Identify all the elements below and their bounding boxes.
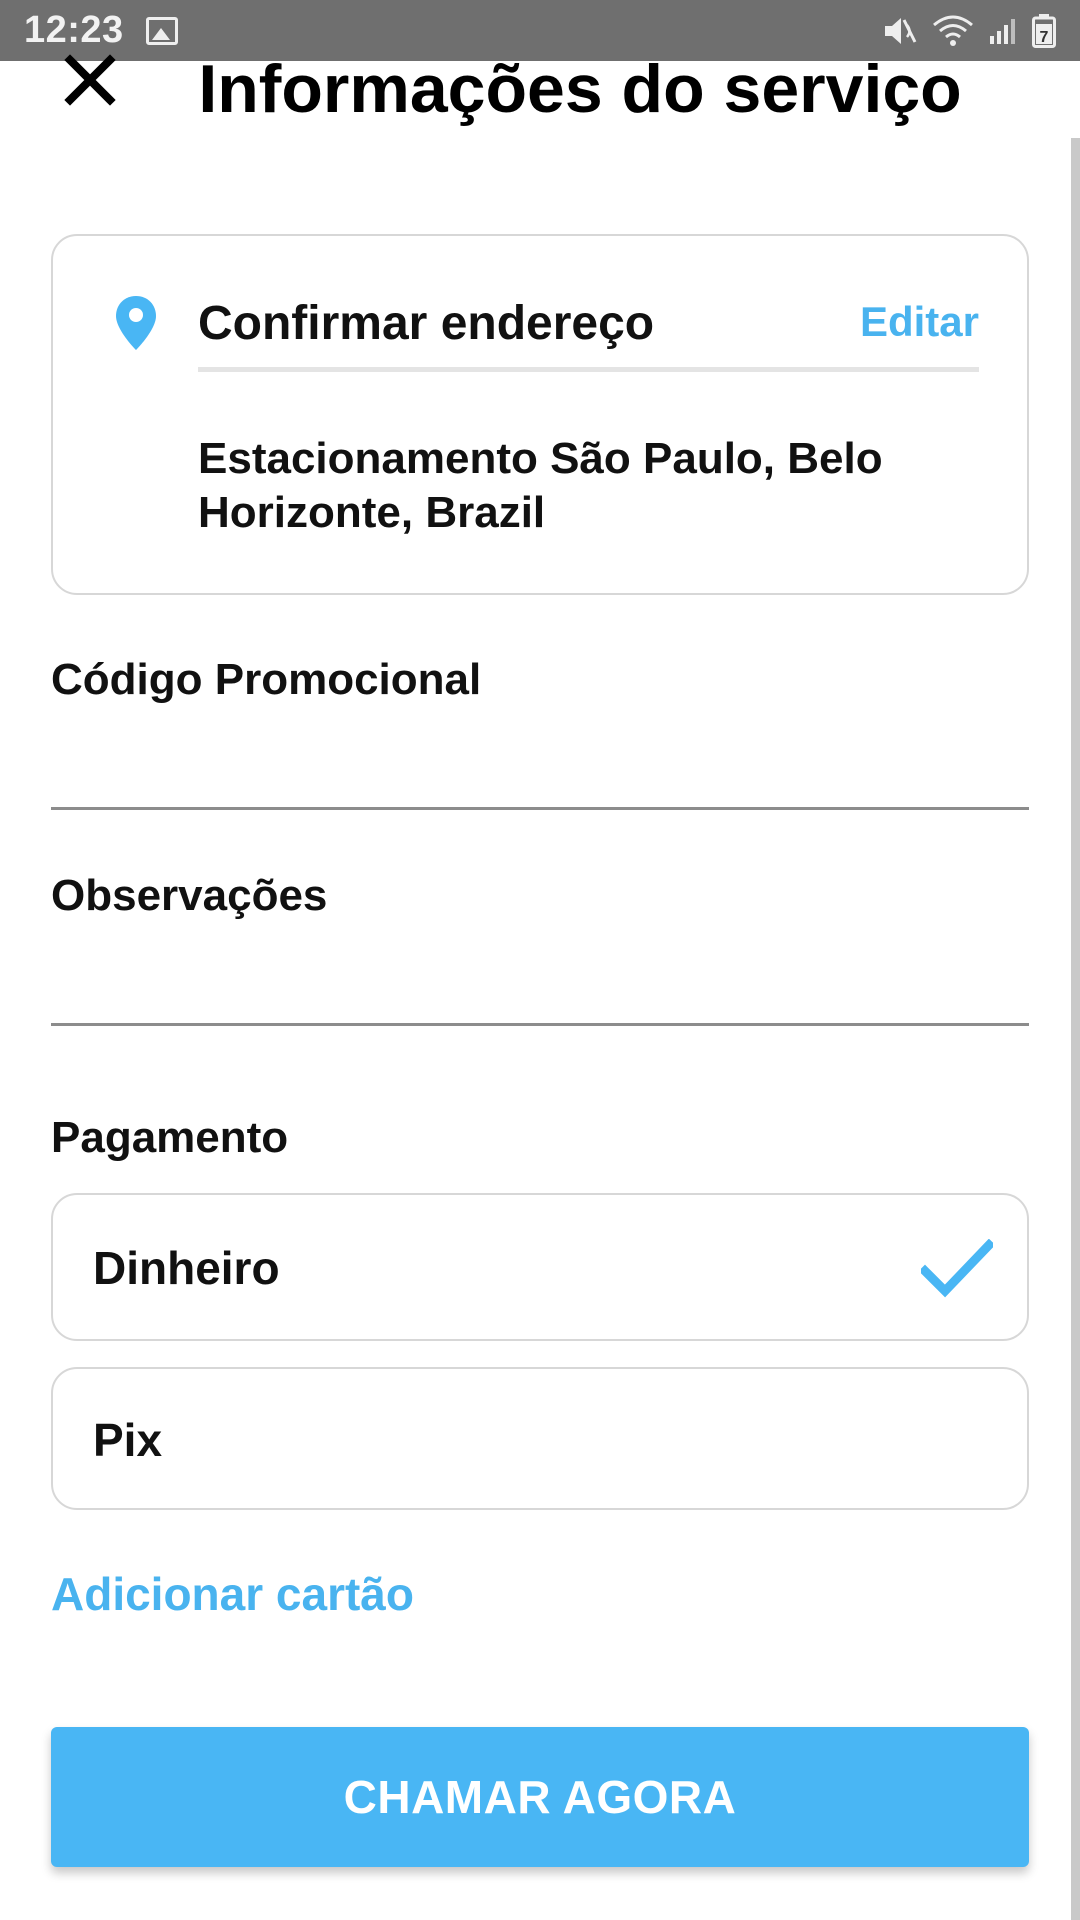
status-icons: 7	[882, 13, 1056, 48]
wifi-icon	[933, 15, 973, 46]
address-title: Confirmar endereço	[198, 297, 655, 350]
payment-option-label: Pix	[93, 1414, 163, 1466]
page-title: Informações do serviço	[198, 51, 962, 127]
notes-input[interactable]	[51, 960, 1029, 1026]
notes-label: Observações	[51, 871, 328, 920]
check-icon	[921, 1239, 993, 1298]
address-card: Confirmar endereço Editar Estacionamento…	[51, 234, 1029, 595]
payment-title: Pagamento	[51, 1113, 289, 1162]
add-card-link[interactable]: Adicionar cartão	[51, 1565, 414, 1623]
battery-icon: 7	[1032, 13, 1056, 48]
divider	[198, 367, 979, 372]
location-pin-icon	[116, 296, 156, 350]
payment-option-dinheiro[interactable]: Dinheiro	[51, 1193, 1029, 1341]
payment-option-pix[interactable]: Pix	[51, 1367, 1029, 1510]
signal-icon	[990, 18, 1015, 44]
promo-code-label: Código Promocional	[51, 655, 482, 704]
mute-icon	[885, 17, 917, 44]
battery-level: 7	[1040, 29, 1049, 46]
payment-option-label: Dinheiro	[93, 1242, 280, 1294]
gallery-icon	[145, 16, 178, 45]
edit-address-link[interactable]: Editar	[860, 296, 979, 348]
call-now-button[interactable]: CHAMAR AGORA	[51, 1727, 1029, 1867]
address-text: Estacionamento São Paulo, Belo Horizonte…	[198, 434, 883, 537]
promo-code-input[interactable]	[51, 744, 1029, 810]
scrollbar[interactable]	[1071, 138, 1080, 1920]
